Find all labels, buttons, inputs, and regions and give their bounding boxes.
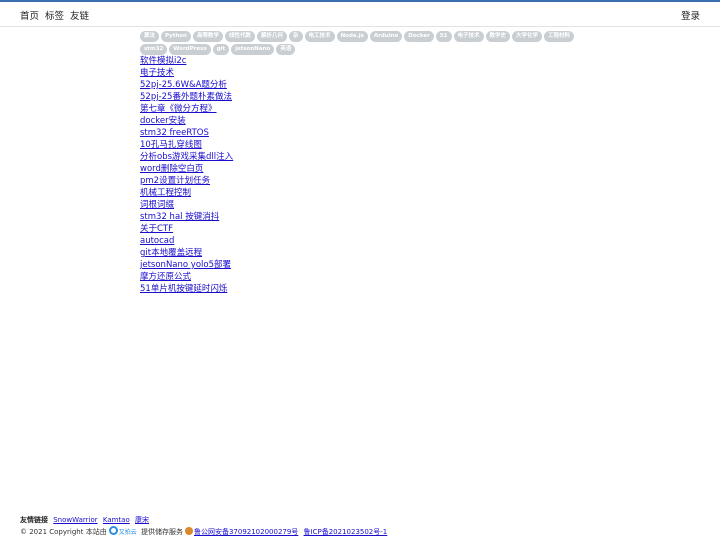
tag-chip[interactable]: 高等数学 — [192, 31, 223, 42]
icp-record-link[interactable]: 鲁ICP备2021023502号-1 — [304, 528, 388, 536]
post-link[interactable]: 软件模拟i2c — [140, 55, 233, 67]
cloud-logo-icon — [108, 526, 118, 535]
post-link[interactable]: 51单片机按键延时闪烁 — [140, 283, 233, 295]
post-link[interactable]: git本地覆盖远程 — [140, 247, 233, 259]
police-record-link[interactable]: 鲁公网安备37092102000279号 — [194, 528, 298, 536]
post-link[interactable]: word删除空白页 — [140, 163, 233, 175]
tag-chip[interactable]: Node.js — [336, 31, 368, 42]
tag-chip[interactable]: WordPress — [169, 44, 211, 55]
tag-chip[interactable]: 算法 — [140, 31, 160, 42]
post-link[interactable]: 词根词缀 — [140, 199, 233, 211]
friend-link[interactable]: 康宋 — [135, 516, 149, 524]
post-link[interactable]: stm32 freeRTOS — [140, 127, 233, 139]
post-link[interactable]: docker安装 — [140, 115, 233, 127]
tag-chip[interactable]: Docker — [404, 31, 434, 42]
nav-home-link[interactable]: 首页 — [20, 8, 39, 22]
tag-chip[interactable]: 工程材料 — [544, 31, 575, 42]
post-link[interactable]: 10孔马扎穿线图 — [140, 139, 233, 151]
post-list: 软件模拟i2c 电子技术 52pj-25.6W&A题分析 52pj-25番外题朴素做法… — [140, 55, 233, 295]
friend-link[interactable]: Kamtao — [103, 516, 130, 524]
tag-chip[interactable]: git — [212, 44, 230, 55]
post-link[interactable]: 第七章《微分方程》 — [140, 103, 233, 115]
post-link[interactable]: stm32 hal 按键消抖 — [140, 211, 233, 223]
post-link[interactable]: jetsonNano yolo5部署 — [140, 259, 233, 271]
tag-chip[interactable]: 英语 — [276, 44, 296, 55]
footer: 友情链接 SnowWarrior Kamtao 康宋 © 2021 Copyri… — [20, 515, 387, 537]
friend-link[interactable]: SnowWarrior — [53, 516, 97, 524]
post-link[interactable]: 关于CTF — [140, 223, 233, 235]
tag-chip[interactable]: 线性代数 — [225, 31, 256, 42]
login-link[interactable]: 登录 — [681, 8, 700, 22]
cloud-provider-name: 又拍云 — [118, 529, 137, 536]
post-link[interactable]: autocad — [140, 235, 233, 247]
friend-links-label: 友情链接 — [20, 516, 48, 524]
tag-chip[interactable]: jetsonNano — [231, 44, 275, 55]
friend-links-row: 友情链接 SnowWarrior Kamtao 康宋 — [20, 515, 387, 526]
tag-chip[interactable]: 电工技术 — [304, 31, 335, 42]
post-link[interactable]: pm2设置计划任务 — [140, 175, 233, 187]
tag-chip[interactable]: 解析几何 — [257, 31, 288, 42]
tag-chip[interactable]: stm32 — [140, 44, 168, 55]
copyright-text: © 2021 Copyright 本站由 — [20, 528, 107, 536]
post-link[interactable]: 52pj-25番外题朴素做法 — [140, 91, 233, 103]
post-link[interactable]: 分析obs游戏采集dll注入 — [140, 151, 233, 163]
tag-chip[interactable]: 大学化学 — [512, 31, 543, 42]
nav-friends-link[interactable]: 友链 — [70, 8, 89, 22]
tag-chip[interactable]: 杂 — [289, 31, 303, 42]
tag-chip[interactable]: Python — [161, 31, 191, 42]
tag-chip[interactable]: Arduino — [369, 31, 403, 42]
tag-chip[interactable]: 数学史 — [485, 31, 511, 42]
tag-cloud: 算法 Python 高等数学 线性代数 解析几何杂电工技术 Node.js Arduino D… — [140, 31, 580, 55]
top-navbar: 首页 标签 友链 登录 — [0, 0, 720, 27]
post-link[interactable]: 摩方还原公式 — [140, 271, 233, 283]
tag-chip[interactable]: 电子技术 — [453, 31, 484, 42]
police-badge-icon — [184, 527, 193, 535]
post-link[interactable]: 电子技术 — [140, 67, 233, 79]
nav-tags-link[interactable]: 标签 — [45, 8, 64, 22]
post-link[interactable]: 52pj-25.6W&A题分析 — [140, 79, 233, 91]
main-nav: 首页 标签 友链 — [20, 8, 89, 22]
storage-service-text: 提供储存服务 — [140, 528, 183, 536]
copyright-row: © 2021 Copyright 本站由 又拍云 提供储存服务 鲁公网安备37092… — [20, 526, 387, 537]
tag-chip[interactable]: 51 — [435, 31, 452, 42]
post-link[interactable]: 机械工程控制 — [140, 187, 233, 199]
